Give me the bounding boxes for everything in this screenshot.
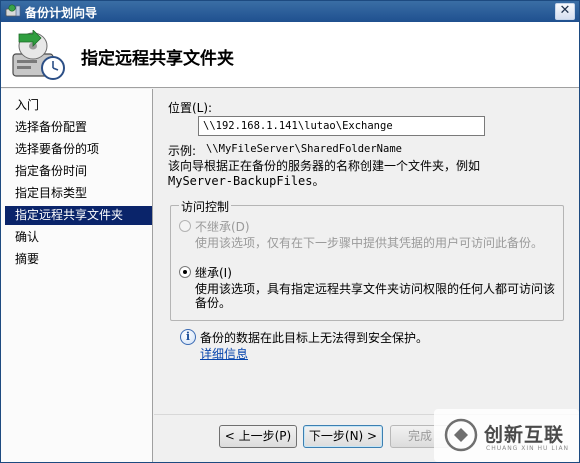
- close-icon: ✕: [559, 3, 571, 18]
- do-not-inherit-radio[interactable]: [179, 220, 191, 232]
- sidebar-item-select-items[interactable]: 选择要备份的项: [5, 140, 152, 159]
- sidebar-item-label: 指定目标类型: [15, 186, 88, 200]
- do-not-inherit-description: 使用该选项，仅有在下一步骤中提供其凭据的用户可访问此备份。: [195, 236, 544, 250]
- backup-app-icon: [5, 4, 21, 17]
- title-bar: 备份计划向导 ✕: [1, 1, 579, 22]
- access-control-title: 访问控制: [179, 198, 232, 215]
- more-info-link[interactable]: 详细信息: [200, 345, 248, 362]
- inherit-radio[interactable]: [179, 266, 191, 278]
- sidebar-item-label: 确认: [15, 230, 40, 244]
- sidebar-item-summary[interactable]: 摘要: [5, 250, 152, 269]
- do-not-inherit-label: 不继承(D): [195, 220, 250, 234]
- wizard-steps-sidebar: 入门 选择备份配置 选择要备份的项 指定备份时间 指定目标类型 指定远程共享文件…: [1, 89, 153, 462]
- security-warning-text: 备份的数据在此目标上无法得到安全保护。: [200, 331, 429, 345]
- watermark: 创新互联 CHUANG XIN HU LIAN: [434, 409, 579, 462]
- inherit-description-line1: 使用该选项，具有指定远程共享文件夹访问权限的任何人都可访问该: [195, 282, 556, 296]
- sidebar-item-backup-config[interactable]: 选择备份配置: [5, 118, 152, 137]
- inherit-description-line2: 备份。: [195, 296, 232, 310]
- sidebar-item-label: 选择要备份的项: [15, 142, 100, 156]
- sidebar-item-backup-time[interactable]: 指定备份时间: [5, 162, 152, 181]
- wizard-window: 备份计划向导 ✕ 指定远程共享文件夹 入门 选择备份配置 选择要备份的项 指定备…: [0, 0, 580, 463]
- brand-logo-icon: [444, 418, 478, 452]
- page-title: 指定远程共享文件夹: [81, 49, 234, 69]
- inherit-label: 继承(I): [195, 266, 232, 280]
- folder-note-line2: MyServer-BackupFiles。: [168, 174, 325, 188]
- sidebar-item-label: 选择备份配置: [15, 120, 88, 134]
- window-title: 备份计划向导: [25, 6, 98, 20]
- info-icon: i: [180, 329, 196, 345]
- sidebar-item-confirmation[interactable]: 确认: [5, 228, 152, 247]
- access-control-group: 访问控制 不继承(D) 使用该选项，仅有在下一步骤中提供其凭据的用户可访问此备份…: [170, 198, 564, 321]
- watermark-subtext: CHUANG XIN HU LIAN: [486, 445, 570, 452]
- sidebar-item-label: 指定备份时间: [15, 164, 88, 178]
- example-path: \\MyFileServer\SharedFolderName: [206, 143, 402, 155]
- sidebar-item-getting-started[interactable]: 入门: [5, 96, 152, 115]
- location-label: 位置(L):: [168, 101, 213, 115]
- sidebar-item-label: 摘要: [15, 252, 40, 266]
- backup-wizard-icon: [12, 30, 65, 80]
- close-button[interactable]: ✕: [555, 3, 575, 20]
- back-button[interactable]: < 上一步(P): [219, 425, 297, 448]
- next-button[interactable]: 下一步(N) >: [303, 425, 383, 448]
- sidebar-item-destination-type[interactable]: 指定目标类型: [5, 184, 152, 203]
- example-label: 示例:: [168, 144, 197, 158]
- sidebar-item-label: 指定远程共享文件夹: [15, 208, 124, 222]
- wizard-content: 位置(L): 示例: \\MyFileServer\SharedFolderNa…: [154, 89, 579, 414]
- radio-selected-dot: [183, 270, 187, 274]
- sidebar-item-label: 入门: [15, 98, 40, 112]
- location-path-input[interactable]: [198, 116, 485, 136]
- wizard-header: 指定远程共享文件夹: [1, 22, 579, 88]
- sidebar-item-remote-shared-folder[interactable]: 指定远程共享文件夹: [5, 206, 152, 225]
- watermark-text: 创新互联: [484, 424, 565, 446]
- folder-note-line1: 该向导根据正在备份的服务器的名称创建一个文件夹，例如: [168, 159, 481, 173]
